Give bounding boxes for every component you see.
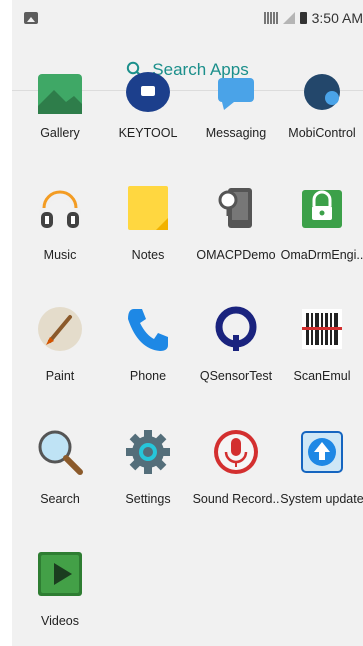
app-label: QSensorTest	[199, 369, 273, 383]
barcode-status-icon	[263, 12, 278, 24]
keytool-icon	[126, 72, 170, 112]
mobicontrol-icon	[304, 74, 340, 110]
gallery-icon	[38, 74, 82, 114]
play-icon	[38, 552, 82, 596]
app-label: KEYTOOL	[118, 126, 178, 140]
app-label: Messaging	[205, 126, 267, 140]
app-label: OMACPDemo	[196, 248, 276, 262]
omacpdemo-icon	[218, 188, 252, 228]
headphones-icon	[39, 190, 81, 228]
app-label: ScanEmul	[293, 369, 351, 383]
app-label: Videos	[41, 614, 79, 628]
app-label: MobiControl	[288, 126, 356, 140]
app-drawer: 3:50 AM Search Apps Gallery KEYTOOL Mess…	[12, 0, 363, 646]
update-arrow-icon	[301, 431, 343, 473]
app-label: Music	[43, 248, 77, 262]
image-notification-icon	[24, 12, 38, 24]
app-label: Search	[40, 492, 80, 506]
app-label: Paint	[45, 369, 75, 383]
app-label: Settings	[125, 492, 171, 506]
microphone-icon	[214, 430, 258, 474]
app-label: OmaDrmEngi..	[280, 248, 363, 262]
lock-icon	[302, 190, 342, 228]
notes-icon	[128, 186, 168, 230]
status-time: 3:50 AM	[311, 10, 363, 26]
qsensortest-icon	[215, 306, 257, 351]
signal-icon	[282, 12, 295, 24]
app-label: Notes	[131, 248, 165, 262]
battery-icon	[299, 12, 307, 24]
phone-icon	[128, 309, 168, 351]
paintbrush-icon	[38, 307, 82, 351]
app-label: Gallery	[40, 126, 80, 140]
status-right: 3:50 AM	[263, 9, 363, 27]
magnifier-icon	[38, 430, 83, 475]
app-label: System update	[280, 492, 363, 506]
messaging-icon	[218, 78, 254, 110]
app-label: Sound Record..	[192, 492, 280, 506]
app-label: Phone	[129, 369, 167, 383]
gear-icon	[126, 430, 170, 474]
barcode-icon	[302, 309, 342, 349]
status-bar: 3:50 AM	[12, 0, 363, 36]
